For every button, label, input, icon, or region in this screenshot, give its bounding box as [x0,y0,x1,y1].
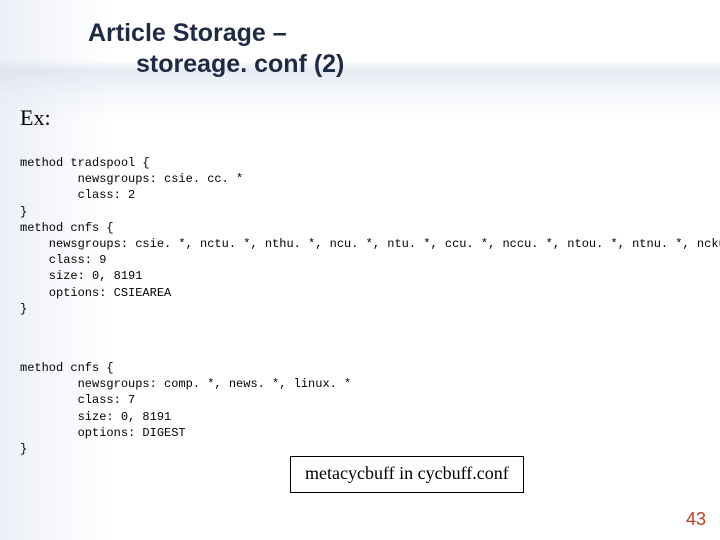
code-block-2: method cnfs { newsgroups: comp. *, news.… [20,360,351,457]
slide: Article Storage – storeage. conf (2) Ex:… [0,0,720,540]
callout-box: metacycbuff in cycbuff.conf [290,456,524,493]
title-line-1: Article Storage – [88,19,287,47]
example-label: Ex: [20,105,51,131]
slide-title: Article Storage – storeage. conf (2) [88,18,344,81]
code-block-1: method tradspool { newsgroups: csie. cc.… [20,155,720,317]
title-line-2: storeage. conf (2) [88,49,344,80]
page-number: 43 [686,509,706,530]
